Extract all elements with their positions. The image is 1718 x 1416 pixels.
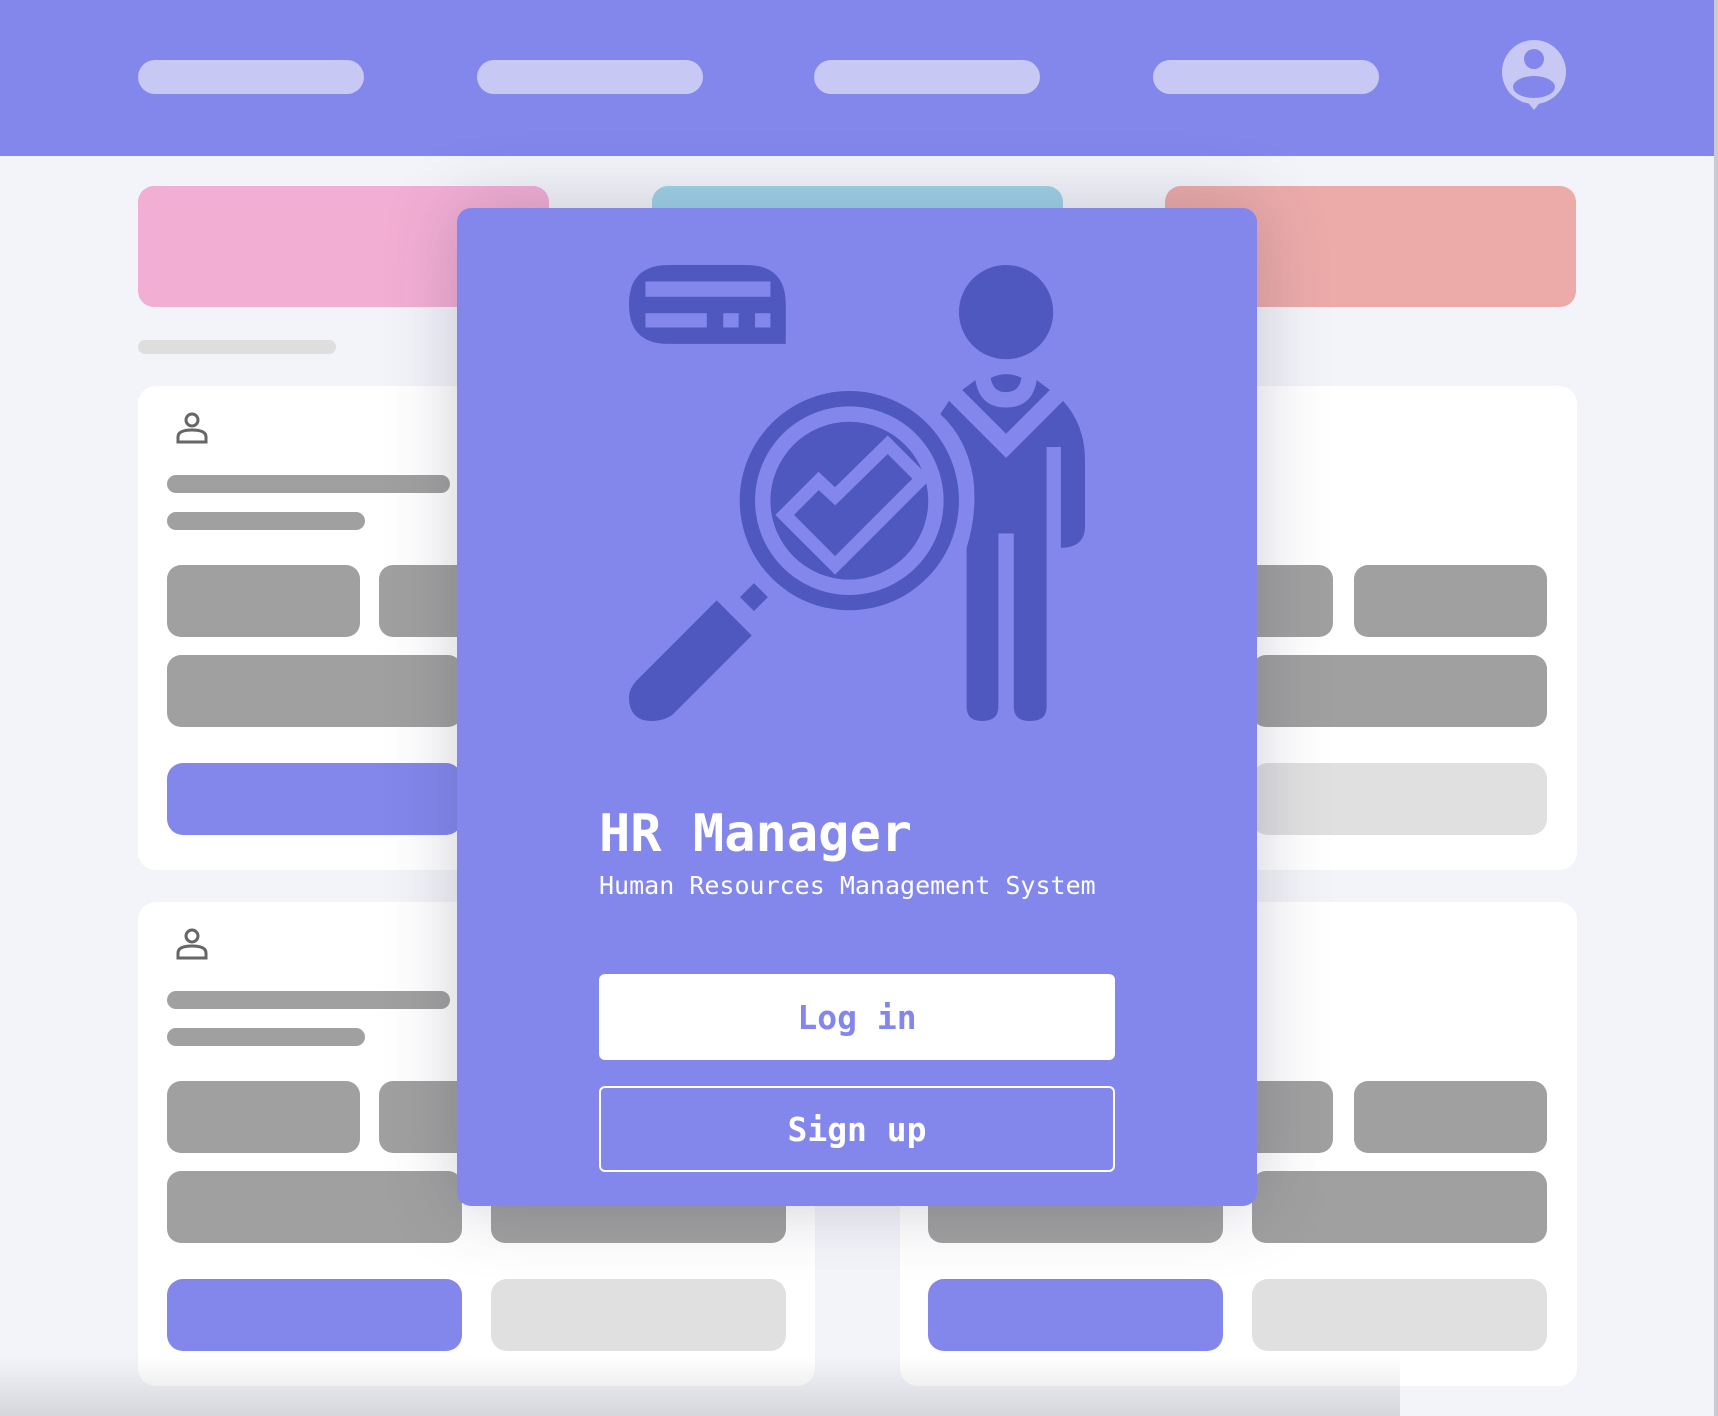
app-subtitle: Human Resources Management System xyxy=(599,871,1096,900)
nav-item-placeholder[interactable] xyxy=(138,60,364,94)
text-placeholder xyxy=(167,1028,365,1046)
primary-action-placeholder[interactable] xyxy=(928,1279,1223,1351)
primary-action-placeholder[interactable] xyxy=(167,763,462,835)
window-edge xyxy=(1714,0,1718,1416)
field-placeholder xyxy=(167,565,360,637)
secondary-action-placeholder[interactable] xyxy=(1252,763,1547,835)
app-title: HR Manager xyxy=(599,804,913,864)
nav-item-placeholder[interactable] xyxy=(814,60,1040,94)
nav-item-placeholder[interactable] xyxy=(477,60,703,94)
hr-inspector-illustration-icon xyxy=(629,265,1085,721)
person-icon xyxy=(176,928,208,960)
person-icon xyxy=(176,412,208,444)
bottom-shadow xyxy=(0,1356,1400,1416)
field-placeholder xyxy=(1252,1171,1547,1243)
signup-button[interactable]: Sign up xyxy=(599,1086,1115,1172)
field-placeholder xyxy=(1354,565,1547,637)
user-avatar-icon[interactable] xyxy=(1500,40,1568,116)
field-placeholder xyxy=(1354,1081,1547,1153)
text-placeholder xyxy=(167,475,450,493)
secondary-action-placeholder[interactable] xyxy=(1252,1279,1547,1351)
primary-action-placeholder[interactable] xyxy=(167,1279,462,1351)
login-button[interactable]: Log in xyxy=(599,974,1115,1060)
section-label-placeholder xyxy=(138,340,336,354)
nav-item-placeholder[interactable] xyxy=(1153,60,1379,94)
text-placeholder xyxy=(167,991,450,1009)
field-placeholder xyxy=(167,1081,360,1153)
secondary-action-placeholder[interactable] xyxy=(491,1279,786,1351)
field-placeholder xyxy=(167,655,462,727)
text-placeholder xyxy=(167,512,365,530)
top-nav-bar xyxy=(0,0,1718,156)
welcome-modal: HR Manager Human Resources Management Sy… xyxy=(457,208,1257,1206)
field-placeholder xyxy=(167,1171,462,1243)
field-placeholder xyxy=(1252,655,1547,727)
